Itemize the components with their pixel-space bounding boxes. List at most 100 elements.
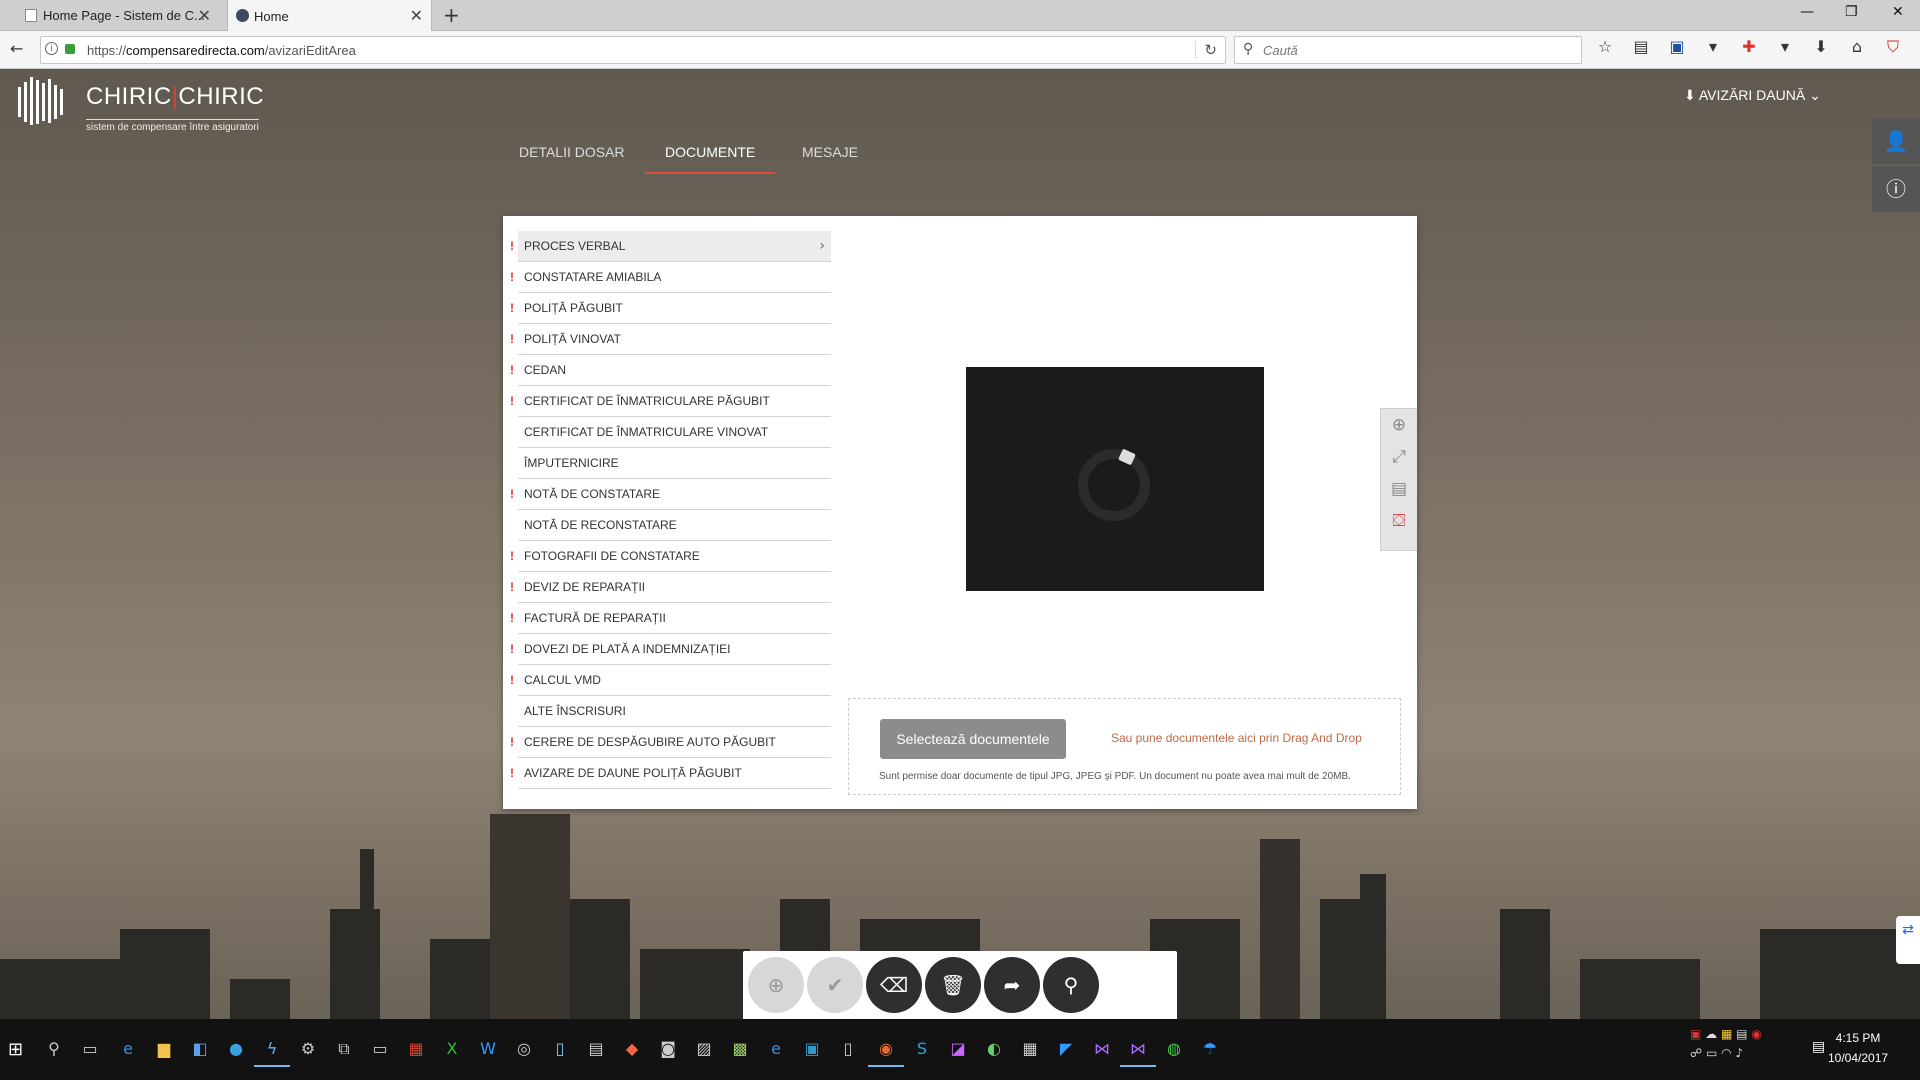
calculator-icon[interactable]: ▤ [578, 1031, 614, 1067]
chrome-icon[interactable]: ◍ [1156, 1031, 1192, 1067]
new-tab-icon[interactable]: + [443, 3, 460, 27]
document-list-item[interactable]: ! POLIȚĂ VINOVAT [510, 324, 831, 355]
browser-tab-home[interactable]: Home ✕ [227, 0, 432, 32]
home-icon[interactable]: ⌂ [1846, 37, 1868, 57]
browser-tab-home-page[interactable]: Home Page - Sistem de C... ✕ [17, 0, 219, 31]
skype-icon[interactable]: S [904, 1031, 940, 1067]
dropdown-icon[interactable]: ▾ [1702, 37, 1724, 57]
app-icon[interactable]: ◪ [940, 1031, 976, 1067]
notifications-icon[interactable]: ▤ [1812, 1039, 1825, 1055]
word-icon[interactable]: W [470, 1031, 506, 1067]
avizari-dauna-menu[interactable]: ⬇ AVIZĂRI DAUNĂ ⌄ [1684, 87, 1821, 104]
upload-dropzone[interactable]: Selectează documentele Sau pune document… [848, 698, 1401, 795]
document-list-item[interactable]: ! PROCES VERBAL › [510, 231, 831, 262]
document-list-item[interactable]: ALTE ÎNSCRISURI [518, 696, 831, 727]
check-icon[interactable]: ✔ [807, 957, 863, 1013]
document-list-item[interactable]: CERTIFICAT DE ÎNMATRICULARE VINOVAT [518, 417, 831, 448]
excel-icon[interactable]: X [434, 1031, 470, 1067]
document-list-item[interactable]: ! CONSTATARE AMIABILA [510, 262, 831, 293]
eraser-icon[interactable]: ⌫ [866, 957, 922, 1013]
task-view-icon[interactable]: ▭ [72, 1031, 108, 1067]
reading-list-icon[interactable]: ▤ [1630, 37, 1652, 57]
close-tab-icon[interactable]: ✕ [410, 6, 423, 25]
user-profile-icon[interactable]: 👤 [1872, 118, 1920, 164]
network-icon[interactable]: ☍ [1690, 1046, 1702, 1060]
search-icon[interactable]: ⚲ [1043, 957, 1099, 1013]
app-icon[interactable]: ⚙ [290, 1031, 326, 1067]
file-explorer-icon[interactable]: ▆ [146, 1031, 182, 1067]
restore-window-icon[interactable]: ❐ [1845, 4, 1858, 20]
close-window-icon[interactable]: ✕ [1892, 4, 1904, 20]
select-documents-button[interactable]: Selectează documentele [880, 719, 1066, 759]
tray-icon[interactable]: ▦ [1721, 1027, 1732, 1041]
delete-document-icon[interactable]: ⛋ [1381, 505, 1417, 537]
document-list-item[interactable]: ! CERERE DE DESPĂGUBIRE AUTO PĂGUBIT [510, 727, 831, 758]
windows-start-icon[interactable]: ⊞ [8, 1039, 23, 1060]
add-icon[interactable]: ⊕ [748, 957, 804, 1013]
trash-icon[interactable]: 🗑 [925, 957, 981, 1013]
app-icon[interactable]: ▣ [794, 1031, 830, 1067]
app-icon[interactable]: ▯ [542, 1031, 578, 1067]
fullscreen-icon[interactable]: ⤢ [1381, 441, 1417, 473]
shield-icon[interactable]: ⛉ [1882, 37, 1904, 57]
document-list-item[interactable]: ! DEVIZ DE REPARAȚII [510, 572, 831, 603]
tab-detalii-dosar[interactable]: DETALII DOSAR [519, 144, 625, 172]
app-icon[interactable]: ◤ [1048, 1031, 1084, 1067]
tray-icon[interactable]: ☁ [1705, 1027, 1717, 1041]
addon-icon[interactable]: ✚ [1738, 37, 1760, 57]
document-list-item[interactable]: ! DOVEZI DE PLATĂ A INDEMNIZAȚIEI [510, 634, 831, 665]
app-icon[interactable]: ◆ [614, 1031, 650, 1067]
url-text[interactable]: https://compensaredirecta.com/avizariEdi… [87, 43, 356, 58]
document-list-item[interactable]: ! FACTURĂ DE REPARAȚII [510, 603, 831, 634]
document-list-item[interactable]: ! CALCUL VMD [510, 665, 831, 696]
browser-search-input[interactable]: ⚲ Caută [1234, 36, 1582, 64]
app-icon[interactable]: ϟ [254, 1031, 290, 1067]
edge-icon[interactable]: e [110, 1031, 146, 1067]
app-icon[interactable]: ☂ [1192, 1031, 1228, 1067]
visual-studio-icon[interactable]: ⋈ [1120, 1031, 1156, 1067]
bookmark-star-icon[interactable]: ☆ [1594, 37, 1616, 57]
minimize-window-icon[interactable]: — [1800, 4, 1814, 20]
terminal-icon[interactable]: ▭ [362, 1031, 398, 1067]
document-list-item[interactable]: ! POLIȚĂ PĂGUBIT [510, 293, 831, 324]
camera-icon[interactable]: ◙ [650, 1031, 686, 1067]
tray-icon[interactable]: ▤ [1736, 1027, 1747, 1041]
tab-mesaje[interactable]: MESAJE [802, 144, 858, 172]
info-icon[interactable]: ⓘ [1872, 166, 1920, 212]
tray-icon[interactable]: ◉ [1751, 1027, 1761, 1041]
firefox-icon[interactable]: ◉ [868, 1031, 904, 1067]
app-icon[interactable]: ▩ [722, 1031, 758, 1067]
teamviewer-icon[interactable]: ⇄ [1896, 916, 1920, 964]
app-icon[interactable]: ◎ [506, 1031, 542, 1067]
site-info-icon[interactable]: i [45, 42, 58, 55]
notes-icon[interactable]: ▤ [1381, 473, 1417, 505]
visual-studio-icon[interactable]: ⋈ [1084, 1031, 1120, 1067]
app-icon[interactable]: ◐ [976, 1031, 1012, 1067]
tray-icon[interactable]: ▣ [1690, 1027, 1701, 1041]
close-tab-icon[interactable]: ✕ [198, 6, 211, 25]
wifi-icon[interactable]: ◠ [1721, 1046, 1731, 1060]
app-icon[interactable]: ▨ [686, 1031, 722, 1067]
tab-documente[interactable]: DOCUMENTE [645, 144, 776, 174]
back-icon[interactable]: ← [10, 39, 23, 58]
share-icon[interactable]: ➦ [984, 957, 1040, 1013]
document-list-item[interactable]: ! FOTOGRAFII DE CONSTATARE [510, 541, 831, 572]
app-icon[interactable]: ▦ [1012, 1031, 1048, 1067]
volume-icon[interactable]: ♪ [1735, 1046, 1743, 1060]
document-icon[interactable]: ▯ [830, 1031, 866, 1067]
ie-icon[interactable]: e [758, 1031, 794, 1067]
zoom-in-icon[interactable]: ⊕ [1381, 409, 1417, 441]
document-list-item[interactable]: ! NOTĂ DE CONSTATARE [510, 479, 831, 510]
reload-icon[interactable]: ↻ [1195, 41, 1217, 59]
battery-icon[interactable]: ▭ [1706, 1046, 1717, 1060]
app-icon[interactable]: ▦ [398, 1031, 434, 1067]
document-list-item[interactable]: ! CERTIFICAT DE ÎNMATRICULARE PĂGUBIT [510, 386, 831, 417]
search-icon[interactable]: ⚲ [36, 1031, 72, 1067]
download-icon[interactable]: ⬇ [1810, 37, 1832, 57]
app-icon[interactable]: ● [218, 1031, 254, 1067]
document-list-item[interactable]: ÎMPUTERNICIRE [518, 448, 831, 479]
document-list-item[interactable]: ! AVIZARE DE DAUNE POLIȚĂ PĂGUBIT [510, 758, 831, 789]
dropdown-icon[interactable]: ▾ [1774, 37, 1796, 57]
document-list-item[interactable]: NOTĂ DE RECONSTATARE [518, 510, 831, 541]
save-icon[interactable]: ▣ [1666, 37, 1688, 57]
